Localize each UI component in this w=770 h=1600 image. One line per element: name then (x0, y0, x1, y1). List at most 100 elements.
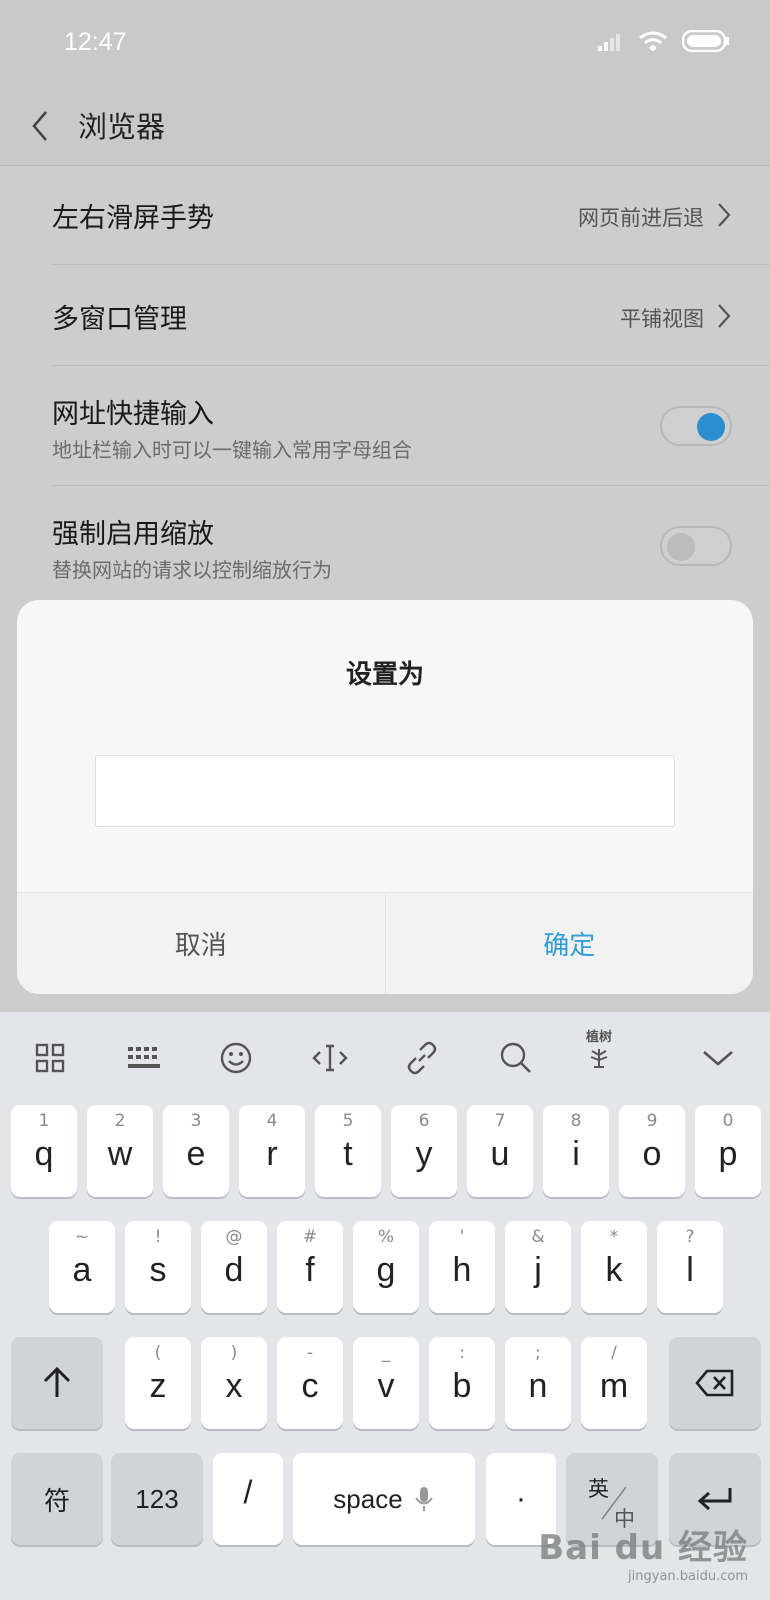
setting-title: 多窗口管理 (52, 304, 187, 335)
backspace-key[interactable] (669, 1337, 761, 1429)
force-zoom-toggle[interactable] (660, 526, 732, 566)
key-m[interactable]: / m (581, 1337, 647, 1429)
key-letter: o (642, 1135, 662, 1173)
key-g[interactable]: % g (353, 1221, 419, 1313)
key-y[interactable]: 6y (391, 1105, 457, 1197)
numbers-label: 123 (135, 1483, 179, 1514)
key-f[interactable]: # f (277, 1221, 343, 1313)
key-j[interactable]: & j (505, 1221, 571, 1313)
key-h[interactable]: ' h (429, 1221, 495, 1313)
key-hint: 4 (266, 1111, 278, 1131)
url-shortcut-toggle[interactable] (660, 406, 732, 446)
shift-key[interactable] (11, 1337, 103, 1429)
key-hint: 7 (494, 1111, 506, 1131)
key-letter: j (534, 1251, 542, 1289)
setting-title: 强制启用缩放 (52, 519, 214, 550)
key-hint: ' (459, 1227, 465, 1247)
key-letter: h (452, 1251, 472, 1289)
wifi-icon (638, 30, 668, 52)
key-letter: w (107, 1135, 133, 1173)
back-button[interactable] (26, 106, 56, 146)
battery-icon (682, 30, 730, 52)
key-u[interactable]: 7u (467, 1105, 533, 1197)
setting-swipe-gesture[interactable]: 左右滑屏手势 网页前进后退 (52, 166, 770, 265)
status-time: 12:47 (64, 28, 127, 56)
grid-icon (35, 1043, 65, 1073)
hide-keyboard-button[interactable] (698, 1038, 738, 1078)
key-letter: t (343, 1135, 353, 1173)
space-label: space (333, 1483, 403, 1514)
key-letter: b (452, 1367, 472, 1405)
key-letter: i (572, 1135, 580, 1173)
key-e[interactable]: 3e (163, 1105, 229, 1197)
key-hint: 3 (190, 1111, 202, 1131)
setting-value: 网页前进后退 (578, 206, 704, 230)
key-letter: u (490, 1135, 510, 1173)
setting-title: 网址快捷输入 (52, 399, 214, 430)
emoji-button[interactable] (216, 1038, 256, 1078)
key-a[interactable]: ~ a (49, 1221, 115, 1313)
app-bar: 浏览器 (0, 88, 770, 166)
key-k[interactable]: * k (581, 1221, 647, 1313)
key-t[interactable]: 5t (315, 1105, 381, 1197)
key-d[interactable]: @ d (201, 1221, 267, 1313)
key-c[interactable]: -c (277, 1337, 343, 1429)
key-w[interactable]: 2w (87, 1105, 153, 1197)
watermark-brand: Bai du 经验 (538, 1528, 748, 1568)
key-letter: g (376, 1251, 396, 1289)
key-p[interactable]: 0p (695, 1105, 761, 1197)
key-i[interactable]: 8i (543, 1105, 609, 1197)
key-letter: m (599, 1367, 629, 1405)
link-icon (407, 1041, 437, 1075)
key-hint: & (531, 1227, 545, 1247)
clipboard-button[interactable] (402, 1038, 442, 1078)
key-z[interactable]: (z (125, 1337, 191, 1429)
key-r[interactable]: 4r (239, 1105, 305, 1197)
key-s[interactable]: ! s (125, 1221, 191, 1313)
grid-menu-button[interactable] (30, 1038, 70, 1078)
signal-icon (598, 31, 624, 51)
key-b[interactable]: :b (429, 1337, 495, 1429)
keyboard-layout-button[interactable] (124, 1038, 164, 1078)
cursor-button[interactable] (310, 1038, 350, 1078)
search-icon (500, 1042, 531, 1073)
key-hint: ~ (74, 1227, 90, 1247)
keyboard-icon (128, 1047, 160, 1068)
key-hint: : (459, 1343, 465, 1363)
key-q[interactable]: 1q (11, 1105, 77, 1197)
key-hint: ? (685, 1227, 695, 1247)
cancel-button[interactable]: 取消 (17, 893, 386, 994)
symbols-key[interactable]: 符 (11, 1453, 103, 1545)
back-arrow-icon (32, 111, 47, 141)
key-letter: n (528, 1367, 548, 1405)
setting-value: 平铺视图 (620, 307, 704, 331)
key-hint: # (302, 1227, 318, 1247)
enter-icon (697, 1488, 732, 1511)
page-title: 浏览器 (78, 110, 166, 144)
backspace-icon (695, 1369, 734, 1397)
key-letter: k (605, 1251, 623, 1289)
key-hint: % (377, 1227, 395, 1247)
key-o[interactable]: 9o (619, 1105, 685, 1197)
slash-key[interactable]: / (213, 1453, 283, 1545)
status-bar: 12:47 (0, 0, 770, 88)
key-x[interactable]: ) x (201, 1337, 267, 1429)
status-icons (598, 30, 730, 52)
toggle-knob (697, 413, 725, 441)
key-n[interactable]: ; n (505, 1337, 571, 1429)
setting-subtitle: 地址栏输入时可以一键输入常用字母组合 (52, 438, 412, 462)
key-hint: @ (225, 1227, 243, 1247)
dialog-input[interactable] (95, 755, 675, 827)
chevron-right-icon (718, 203, 731, 227)
key-letter: c (301, 1367, 319, 1405)
key-v[interactable]: _ v (353, 1337, 419, 1429)
key-l[interactable]: ? l (657, 1221, 723, 1313)
key-letter: y (415, 1135, 433, 1173)
confirm-button[interactable]: 确定 (386, 893, 754, 994)
plant-tree-button[interactable]: 植树 (578, 1030, 620, 1070)
setting-force-zoom: 强制启用缩放 替换网站的请求以控制缩放行为 (52, 486, 770, 606)
setting-multiwindow[interactable]: 多窗口管理 平铺视图 (52, 265, 770, 366)
numbers-key[interactable]: 123 (111, 1453, 203, 1545)
space-key[interactable]: space (293, 1453, 475, 1545)
search-button[interactable] (496, 1038, 536, 1078)
